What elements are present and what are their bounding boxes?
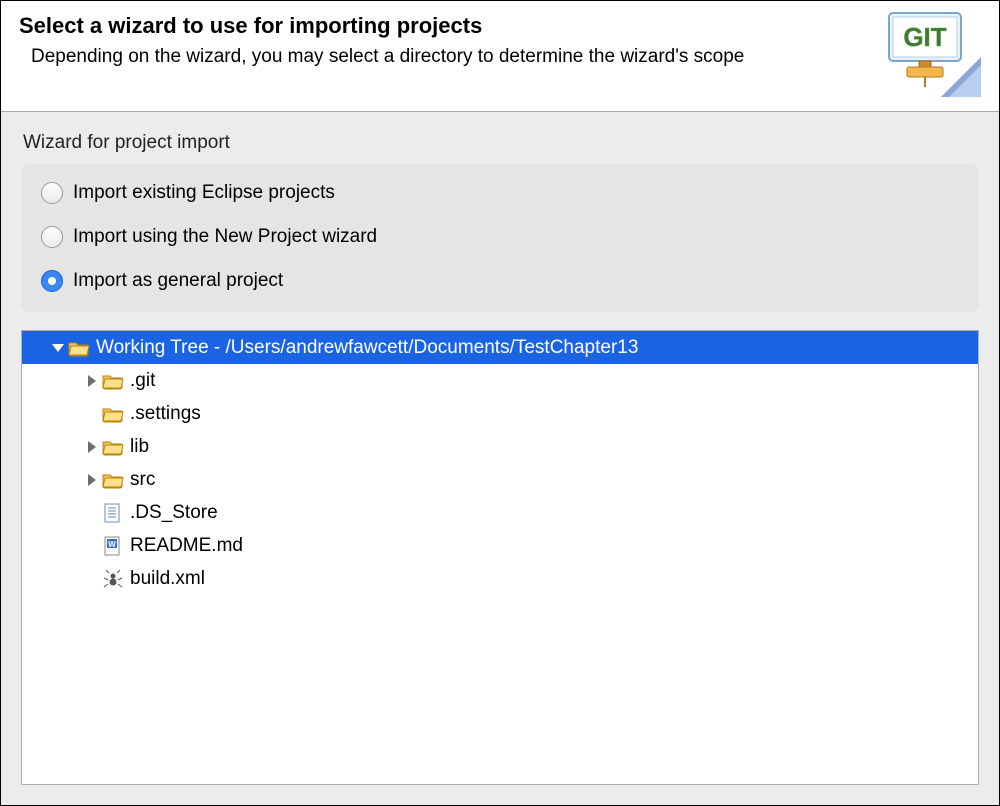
- radio-button-icon: [41, 182, 63, 204]
- tree-item-src[interactable]: src: [22, 463, 978, 496]
- radio-button-icon: [41, 270, 63, 292]
- arrow-placeholder: [84, 505, 100, 521]
- arrow-placeholder: [84, 406, 100, 422]
- folder-open-icon: [102, 372, 124, 390]
- tree-item-label: .settings: [130, 403, 201, 425]
- wizard-header: Select a wizard to use for importing pro…: [1, 1, 999, 112]
- tree-item-readme[interactable]: W README.md: [22, 529, 978, 562]
- git-logo-text: GIT: [903, 22, 946, 52]
- tree-item-ds-store[interactable]: .DS_Store: [22, 496, 978, 529]
- chevron-right-icon[interactable]: [84, 472, 100, 488]
- radio-import-general[interactable]: Import as general project: [41, 270, 959, 292]
- tree-item-label: Working Tree - /Users/andrewfawcett/Docu…: [96, 337, 638, 359]
- wizard-content: Wizard for project import Import existin…: [1, 112, 999, 805]
- file-word-icon: W: [102, 537, 124, 555]
- arrow-placeholder: [84, 538, 100, 554]
- radio-label: Import using the New Project wizard: [73, 226, 377, 248]
- tree-root-working-tree[interactable]: Working Tree - /Users/andrewfawcett/Docu…: [22, 331, 978, 364]
- radio-label: Import existing Eclipse projects: [73, 182, 335, 204]
- tree-item-build-xml[interactable]: build.xml: [22, 562, 978, 595]
- tree-item-label: README.md: [130, 535, 243, 557]
- radio-group-label: Wizard for project import: [23, 132, 979, 154]
- tree-item-label: lib: [130, 436, 149, 458]
- wizard-title: Select a wizard to use for importing pro…: [19, 13, 871, 39]
- chevron-down-icon[interactable]: [50, 340, 66, 356]
- arrow-placeholder: [84, 571, 100, 587]
- radio-button-icon: [41, 226, 63, 248]
- file-ant-icon: [102, 570, 124, 588]
- directory-tree: Working Tree - /Users/andrewfawcett/Docu…: [22, 331, 978, 595]
- svg-text:W: W: [108, 540, 116, 549]
- tree-item-settings[interactable]: .settings: [22, 397, 978, 430]
- wizard-brand-icon: GIT: [871, 11, 981, 97]
- wizard-subtitle: Depending on the wizard, you may select …: [19, 45, 871, 70]
- tree-item-label: build.xml: [130, 568, 205, 590]
- tree-item-lib[interactable]: lib: [22, 430, 978, 463]
- file-text-icon: [102, 504, 124, 522]
- radio-import-existing[interactable]: Import existing Eclipse projects: [41, 182, 959, 204]
- folder-open-icon: [68, 339, 90, 357]
- tree-item-label: .git: [130, 370, 155, 392]
- tree-item-git[interactable]: .git: [22, 364, 978, 397]
- radio-import-new-wizard[interactable]: Import using the New Project wizard: [41, 226, 959, 248]
- folder-open-icon: [102, 438, 124, 456]
- import-radio-group: Import existing Eclipse projects Import …: [21, 164, 979, 312]
- radio-label: Import as general project: [73, 270, 283, 292]
- chevron-right-icon[interactable]: [84, 373, 100, 389]
- folder-open-icon: [102, 471, 124, 489]
- folder-open-icon: [102, 405, 124, 423]
- wizard-header-text: Select a wizard to use for importing pro…: [19, 11, 871, 70]
- directory-tree-pane[interactable]: Working Tree - /Users/andrewfawcett/Docu…: [21, 330, 979, 785]
- tree-item-label: src: [130, 469, 155, 491]
- tree-item-label: .DS_Store: [130, 502, 218, 524]
- chevron-right-icon[interactable]: [84, 439, 100, 455]
